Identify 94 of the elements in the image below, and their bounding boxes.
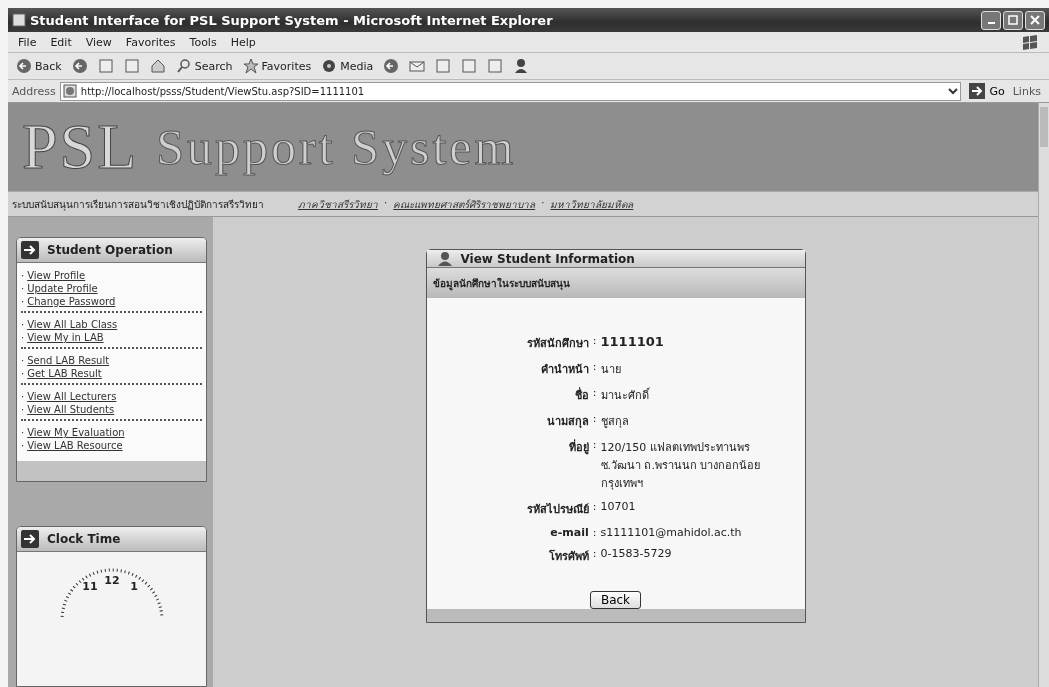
sidebar-link[interactable]: View My in LAB [27, 331, 104, 344]
field-value: s1111101@mahidol.ac.th [600, 526, 743, 540]
envelope-icon [409, 58, 426, 74]
toolbar-button[interactable]: Back [14, 58, 64, 74]
bullet: · [21, 295, 25, 308]
back-button[interactable]: Back [589, 591, 642, 610]
bullet: · [21, 403, 25, 416]
bullet: · [21, 439, 25, 452]
toolbar-button[interactable]: Favorites [240, 58, 314, 74]
field-label: โทรศัพท์ [548, 548, 589, 566]
banner-title: Support System [156, 118, 517, 176]
menu-item[interactable]: Edit [50, 35, 72, 49]
field-value: 10701 [600, 500, 637, 514]
colon: : [592, 547, 597, 563]
field-value: 1111101 [600, 334, 665, 350]
field-label: นามสกุล [546, 414, 589, 431]
person-icon [436, 250, 453, 267]
field-label: รหัสไปรษณีย์ [526, 502, 589, 519]
menu-item[interactable]: View [85, 35, 112, 49]
toolbar-button[interactable]: Media [319, 58, 376, 74]
colon: : [592, 412, 597, 428]
windows-flag-icon [1021, 34, 1039, 50]
colon: : [592, 500, 597, 516]
sidebar-link[interactable]: View My Evaluation [27, 426, 125, 439]
colon: : [592, 526, 597, 540]
maximize-icon [1008, 15, 1018, 25]
logo-text: PSL [22, 110, 139, 184]
field-value: 0-1583-5729 [600, 547, 673, 561]
header-link[interactable]: ภาควิชาสรีรวิทยา [298, 196, 378, 212]
link-separator: · [384, 196, 388, 210]
links-button[interactable]: Links [1012, 84, 1045, 98]
field-label: e-mail [550, 526, 589, 540]
sidebar-link[interactable]: Update Profile [27, 282, 98, 295]
maximize-button[interactable] [1003, 10, 1023, 30]
link-separator: · [541, 196, 545, 210]
colon: : [592, 386, 597, 402]
home-icon [149, 58, 166, 74]
sidebar-link[interactable]: Change Password [27, 295, 116, 308]
colon: : [592, 360, 597, 376]
toolbar-button[interactable]: Search [173, 58, 235, 74]
sidebar-link[interactable]: View All Students [27, 403, 115, 416]
menu-item[interactable]: Help [230, 35, 256, 49]
panel-title: View Student Information [460, 251, 635, 266]
star-icon [242, 58, 259, 74]
arrow-icon [969, 83, 986, 99]
address-label: Address [12, 84, 56, 98]
minimize-button[interactable] [981, 10, 1001, 30]
close-button[interactable] [1025, 10, 1045, 30]
media-icon [321, 58, 338, 74]
sidebar-link[interactable]: View All Lecturers [27, 390, 117, 403]
colon: : [592, 438, 597, 454]
toolbar-button[interactable] [407, 58, 428, 74]
bullet: · [21, 354, 25, 367]
sidebar-link[interactable]: Send LAB Result [27, 354, 110, 367]
system-subtitle: ระบบสนับสนุนการเรียนการสอนวิชาเชิงปฏิบัติการสรีรวิทยา [12, 197, 264, 212]
bullet: · [21, 318, 25, 331]
colon: : [592, 334, 597, 350]
bullet: · [21, 269, 25, 282]
section-title: ข้อมูลนักศึกษาในระบบสนับสนุน [432, 276, 570, 291]
menu-item[interactable]: File [18, 35, 37, 49]
field-value: 120/150 แฟลตเทพประทานพร ซ.วัฒนา ถ.พรานนก บางกอกน้อย กรุงเทพฯ [600, 440, 762, 493]
field-label: ที่อยู่ [568, 438, 589, 457]
header-link[interactable]: มหาวิทยาลัยมหิดล [550, 196, 634, 212]
person-icon [513, 58, 530, 74]
close-icon [1030, 15, 1040, 25]
sidebar-link[interactable]: View All Lab Class [27, 318, 118, 331]
go-button[interactable]: Go [965, 83, 1009, 99]
scrollbar[interactable] [1038, 103, 1049, 687]
field-label: คำนำหน้า [540, 362, 589, 379]
field-value: นาย [600, 362, 622, 379]
menu-item[interactable]: Tools [189, 35, 217, 49]
bullet: · [21, 331, 25, 344]
sidebar-link[interactable]: View Profile [27, 269, 86, 282]
panel-title: Clock Time [47, 532, 121, 546]
sidebar-link[interactable]: Get LAB Result [27, 367, 102, 380]
square-icon [487, 58, 504, 74]
window-title: Student Interface for PSL Support System - Microsoft Internet Explorer [30, 12, 554, 28]
browser-icon [12, 13, 26, 27]
bullet: · [21, 390, 25, 403]
field-value: ชูสกุล [600, 414, 630, 431]
header-link[interactable]: คณะแพทยศาสตร์ศิริราชพยาบาล [393, 196, 536, 212]
bullet: · [21, 282, 25, 295]
menu-item[interactable]: Favorites [125, 35, 176, 49]
address-field[interactable]: http://localhost/psss/Student/ViewStu.asp?SID=1111101 [59, 81, 962, 101]
minimize-icon [987, 22, 995, 24]
panel-title: Student Operation [47, 243, 173, 257]
field-value: มานะศักดิ์ [600, 386, 651, 405]
field-label: รหัสนักศึกษา [526, 336, 589, 353]
field-label: ชื่อ [574, 386, 589, 405]
bullet: · [21, 367, 25, 380]
bullet: · [21, 426, 25, 439]
search-icon [175, 58, 192, 74]
page-icon [62, 84, 77, 98]
sidebar-link[interactable]: View LAB Resource [27, 439, 123, 452]
